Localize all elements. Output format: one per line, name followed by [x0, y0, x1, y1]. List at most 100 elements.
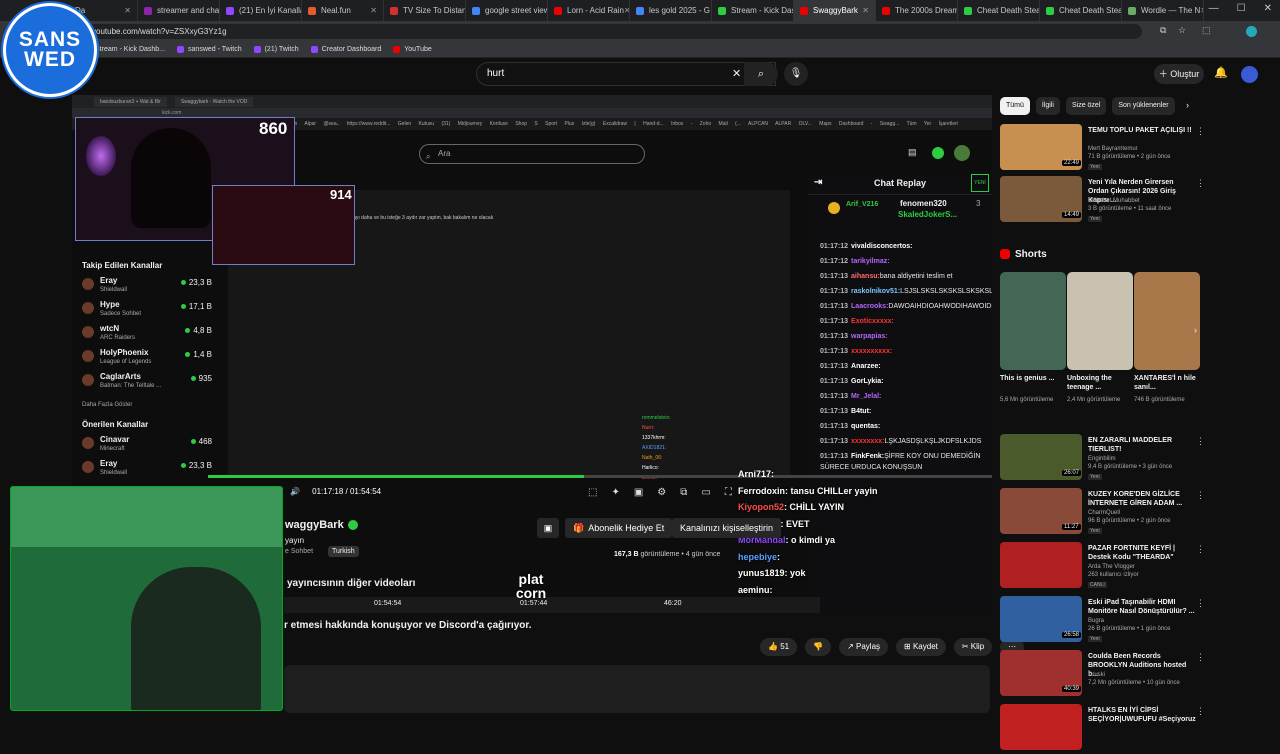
extensions-icon[interactable]: ⬚	[1202, 25, 1211, 36]
clip-crop-icon[interactable]: ⬚	[588, 487, 597, 498]
share-button[interactable]: ↗ Paylaş	[839, 638, 889, 656]
address-bar[interactable]: youtube.com/watch?v=ZSXxyG3Yz1g	[82, 24, 1142, 39]
show-more-link: Daha Fazla Göster	[82, 402, 133, 408]
tab-close-icon[interactable]: ✕	[862, 6, 869, 15]
save-button[interactable]: ⊞ Kaydet	[896, 638, 946, 656]
browser-tab[interactable]: SwaggyBark ✕	[794, 0, 876, 21]
more-options-icon[interactable]: ⋮	[1196, 126, 1205, 137]
total-time: 01:54:54	[349, 487, 382, 496]
short-item[interactable]: This is genius ... 5,6 Mn görüntüleme	[1000, 272, 1066, 405]
bookmark-item[interactable]: sanswed - Twitch	[177, 46, 242, 53]
filter-chip[interactable]: Size özel	[1065, 97, 1107, 115]
tab-favicon-icon	[308, 6, 316, 15]
video-duration: 26:58	[1062, 632, 1082, 638]
dislike-button[interactable]: 👎	[805, 638, 832, 656]
maximize-icon[interactable]: ☐	[1237, 3, 1246, 14]
miniplayer-icon[interactable]: ⧉	[680, 487, 687, 498]
like-button[interactable]: 👍 51	[760, 638, 798, 656]
create-button[interactable]: ＋ Oluştur	[1154, 64, 1204, 84]
description-box[interactable]	[284, 665, 990, 713]
settings-icon[interactable]: ⚙	[657, 487, 666, 498]
minimize-icon[interactable]: —	[1209, 3, 1219, 14]
short-item[interactable]: Unboxing the teenage ... 2,4 Mn görüntüle…	[1067, 272, 1133, 405]
account-avatar[interactable]	[1241, 66, 1258, 83]
bookmark-star-icon[interactable]: ☆	[1178, 25, 1186, 36]
subtitles-icon[interactable]: ▣	[634, 487, 643, 498]
chat-title-text: Chat Replay	[873, 178, 926, 188]
share-label: Paylaş	[856, 642, 881, 651]
recommended-video[interactable]: HTALKS EN İYİ CİPSİ SEÇİYOR|UWUFUFU #Seç…	[1000, 704, 1205, 754]
more-options-icon[interactable]: ⋮	[1196, 598, 1205, 609]
tab-close-icon[interactable]: ✕	[370, 6, 377, 15]
bookmark-item[interactable]: YouTube	[393, 46, 432, 53]
video-meta: 167,3 B görüntüleme • 4 gün önce	[614, 551, 721, 558]
recommended-video[interactable]: PAZAR FORTNITE KEYFİ | Destek Kodu "THEA…	[1000, 542, 1205, 592]
gift-membership-button[interactable]: 🎁 Abonelik Hediye Et	[565, 518, 673, 538]
browser-tab[interactable]: Cheat Death Stea✕	[958, 0, 1040, 21]
browser-tab[interactable]: Lorn - Acid Rain ✕	[548, 0, 630, 21]
browser-tab[interactable]: TV Size To Distan✕	[384, 0, 466, 21]
recommended-video[interactable]: 40:39 Coulda Been Records BROOKLYN Auditi…	[1000, 650, 1205, 700]
browser-tab[interactable]: The 2000s Dream✕	[876, 0, 958, 21]
filter-chip[interactable]: Son yüklenenler	[1112, 97, 1175, 115]
overlay-chat-text: : o kimdi ya	[785, 535, 836, 545]
cast-icon[interactable]: ⧉	[1160, 25, 1166, 36]
more-options-icon[interactable]: ⋮	[1196, 178, 1205, 189]
browser-tab[interactable]: Wordle — The N✕	[1122, 0, 1204, 21]
microphone-icon[interactable]: 🎙	[784, 62, 808, 86]
chat-message: 01:17:13 xxxxxxxxxx:	[820, 346, 988, 357]
volume-icon[interactable]: 🔊	[290, 487, 300, 496]
channel-name[interactable]: waggyBark	[285, 519, 358, 531]
recommended-video[interactable]: 11:27 KUZEY KORE'DEN GİZLİCE İNTERNETE Gİ…	[1000, 488, 1205, 538]
channel-name: Cinavar	[100, 435, 130, 444]
recommended-video[interactable]: 22:49 TEMU TOPLU PAKET AÇILIŞI !! Mert Bay…	[1000, 124, 1205, 174]
recommended-video[interactable]: 26:07 EN ZARARLI MADDELER TIERLIST! Enginb…	[1000, 434, 1205, 484]
tab-close-icon[interactable]: ✕	[124, 6, 131, 15]
tab-favicon-icon	[800, 6, 808, 15]
chat-time: 01:17:13	[820, 303, 849, 310]
recommended-video[interactable]: 14:49 Yeni Yıla Nerden Girersen Ordan Çık…	[1000, 176, 1205, 226]
browser-tab[interactable]: Neal.fun ✕	[302, 0, 384, 21]
language-tag[interactable]: Turkish	[328, 546, 359, 557]
page-scrollbar[interactable]	[1272, 60, 1280, 720]
profile-avatar[interactable]	[1246, 26, 1257, 37]
close-icon[interactable]: ✕	[1264, 3, 1272, 14]
browser-tab[interactable]: streamer and cha✕	[138, 0, 220, 21]
chat-user: Mr_Jelal:	[851, 393, 882, 400]
short-item[interactable]: XANTARES'İ n hile sanıl... 746 B görüntül…	[1134, 272, 1200, 405]
chevron-right-icon[interactable]: ›	[1186, 100, 1189, 110]
browser-tab[interactable]: les gold 2025 - G✕	[630, 0, 712, 21]
notifications-icon[interactable]: 🔔	[1214, 66, 1228, 79]
theater-icon[interactable]: ▭	[701, 487, 710, 498]
search-input[interactable]: hurt	[476, 62, 776, 86]
sparkle-icon[interactable]: ✦	[611, 487, 619, 498]
more-options-icon[interactable]: ⋮	[1196, 490, 1205, 501]
window-controls[interactable]: — ☐ ✕	[1209, 3, 1272, 14]
more-options-icon[interactable]: ⋮	[1196, 706, 1205, 717]
browser-tab[interactable]: google street view✕	[466, 0, 548, 21]
recommended-video[interactable]: 26:58 Eski iPad Taşınabilir HDMI Monitöre…	[1000, 596, 1205, 646]
filter-chip[interactable]: Tümü	[1000, 97, 1030, 115]
search-icon[interactable]: ⌕	[744, 62, 778, 86]
short-title: Unboxing the teenage ...	[1067, 375, 1112, 391]
studio-icon[interactable]: ▣	[537, 518, 559, 538]
overlay-chat-user: Ferrodoxin	[738, 485, 786, 496]
clear-search-icon[interactable]: ✕	[732, 67, 741, 80]
bookmark-item[interactable]: Creator Dashboard	[310, 46, 381, 53]
tab-close-icon[interactable]: ✕	[1200, 6, 1203, 15]
filter-chip[interactable]: İlgili	[1035, 97, 1060, 115]
chat-time: 01:17:13	[820, 273, 849, 280]
shorts-next-icon[interactable]: ›	[1194, 325, 1197, 335]
more-options-icon[interactable]: ⋮	[1196, 652, 1205, 663]
overlay-chat-user: Kiyopon52	[738, 502, 785, 512]
clip-button[interactable]: ✂ Klip	[953, 638, 993, 656]
browser-tab[interactable]: Stream - Kick Das✕	[712, 0, 794, 21]
browser-tab[interactable]: (21) En İyi Kanallar✕	[220, 0, 302, 21]
bookmark-item[interactable]: (21) Twitch	[253, 46, 299, 53]
browser-tab[interactable]: Cheat Death Stea✕	[1040, 0, 1122, 21]
more-options-icon[interactable]: ⋮	[1196, 436, 1205, 447]
inner-tab: batolsuzburan3 + Wat & Bir	[94, 96, 167, 107]
more-options-icon[interactable]: ⋮	[1196, 544, 1205, 555]
customize-channel-button[interactable]: Kanalınızı kişiselleştirin	[672, 518, 782, 538]
fullscreen-icon[interactable]: ⛶	[725, 487, 732, 498]
